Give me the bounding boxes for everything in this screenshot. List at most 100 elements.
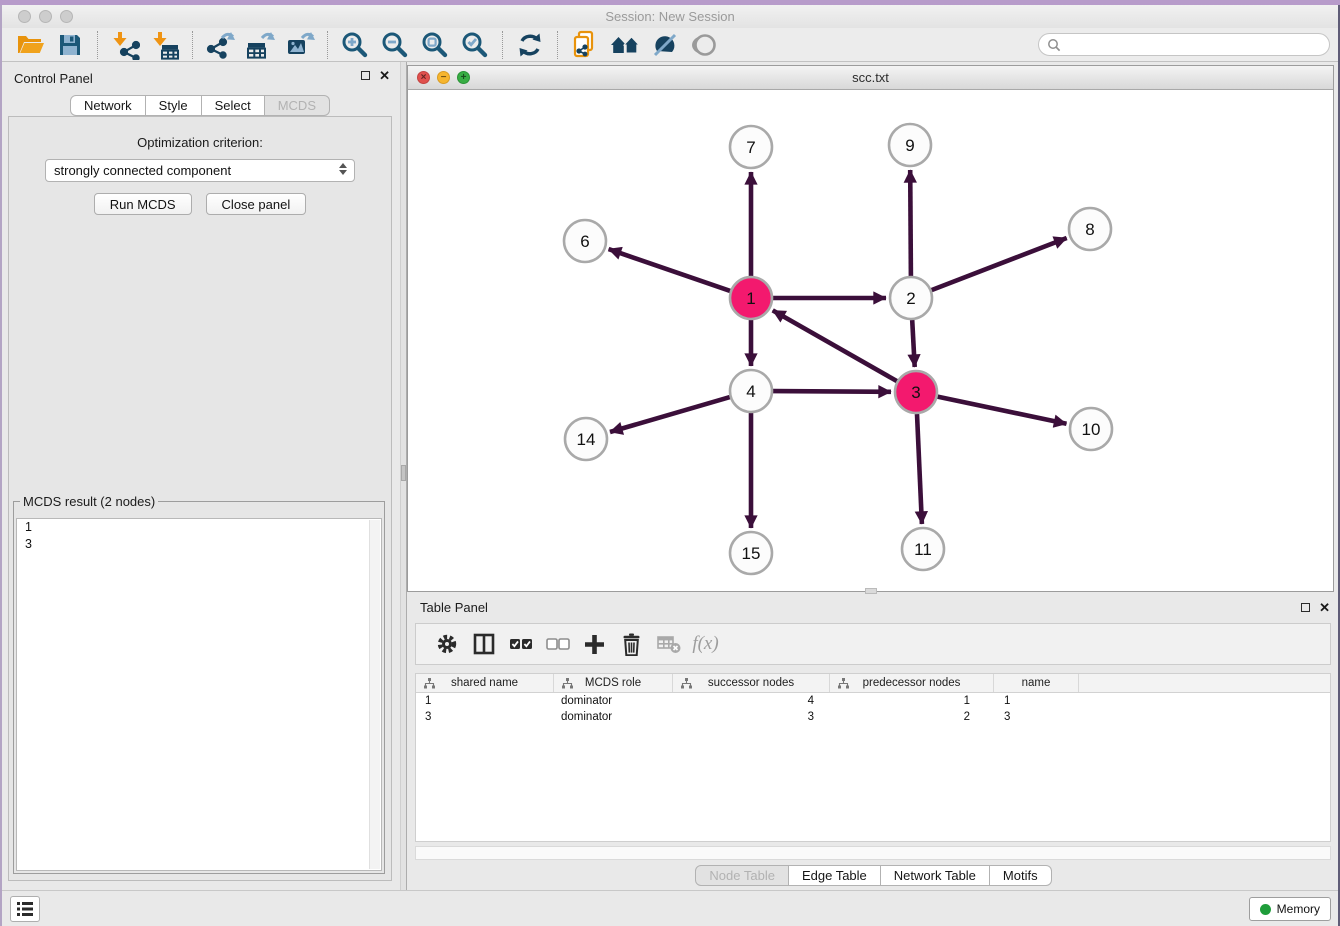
delete-column-button[interactable] bbox=[613, 626, 650, 662]
graph-node-11[interactable]: 11 bbox=[902, 528, 944, 570]
float-panel-icon[interactable] bbox=[361, 71, 370, 80]
zoom-fit-button[interactable] bbox=[415, 29, 455, 61]
graph-node-2[interactable]: 2 bbox=[890, 277, 932, 319]
clone-network-button[interactable] bbox=[565, 29, 605, 61]
graph-edge-2-3[interactable] bbox=[912, 320, 915, 367]
graph-node-10[interactable]: 10 bbox=[1070, 408, 1112, 450]
maximize-view-icon[interactable]: + bbox=[457, 71, 470, 84]
tab-mcds[interactable]: MCDS bbox=[265, 95, 330, 116]
save-session-button[interactable] bbox=[50, 29, 90, 61]
style-preview-button[interactable] bbox=[645, 29, 685, 61]
split-columns-icon bbox=[473, 633, 495, 655]
graph-edge-3-10[interactable] bbox=[938, 397, 1067, 424]
table-cell[interactable]: 1 bbox=[416, 695, 554, 707]
panel-splitter[interactable] bbox=[400, 62, 407, 890]
network-graph[interactable]: 7 9 6 8 1 2 4 3 14 10 15 11 bbox=[408, 90, 1333, 591]
minimize-window-icon[interactable] bbox=[39, 10, 52, 23]
table-horizontal-scrollbar[interactable] bbox=[415, 846, 1331, 860]
task-history-button[interactable] bbox=[10, 896, 40, 922]
tab-motifs[interactable]: Motifs bbox=[990, 865, 1052, 886]
zoom-in-button[interactable] bbox=[335, 29, 375, 61]
add-column-button[interactable] bbox=[576, 626, 613, 662]
graph-node-1[interactable]: 1 bbox=[730, 277, 772, 319]
close-panel-button[interactable]: Close panel bbox=[206, 193, 307, 215]
graph-node-8[interactable]: 8 bbox=[1069, 208, 1111, 250]
close-table-panel-icon[interactable]: ✕ bbox=[1319, 602, 1330, 613]
table-cell[interactable]: 3 bbox=[994, 711, 1079, 723]
table-row[interactable]: 3dominator323 bbox=[416, 709, 1330, 725]
open-file-button[interactable] bbox=[10, 29, 50, 61]
search-input[interactable] bbox=[1066, 38, 1321, 52]
select-all-icon bbox=[509, 638, 533, 650]
tab-network-table[interactable]: Network Table bbox=[881, 865, 990, 886]
save-session-icon bbox=[57, 32, 83, 58]
function-builder-button[interactable]: f(x) bbox=[687, 626, 724, 662]
graph-node-3[interactable]: 3 bbox=[895, 371, 937, 413]
tab-node-table[interactable]: Node Table bbox=[695, 865, 789, 886]
close-view-icon[interactable]: × bbox=[417, 71, 430, 84]
column-header-shared-name[interactable]: shared name bbox=[416, 674, 554, 692]
tab-network[interactable]: Network bbox=[70, 95, 146, 116]
import-table-button[interactable] bbox=[145, 29, 185, 61]
show-details-button[interactable] bbox=[685, 29, 725, 61]
home-view-button[interactable] bbox=[605, 29, 645, 61]
tab-select[interactable]: Select bbox=[202, 95, 265, 116]
zoom-out-button[interactable] bbox=[375, 29, 415, 61]
graph-edge-3-1[interactable] bbox=[773, 310, 897, 381]
graph-node-6[interactable]: 6 bbox=[564, 220, 606, 262]
zoom-window-icon[interactable] bbox=[60, 10, 73, 23]
export-network-button[interactable] bbox=[200, 29, 240, 61]
delete-table-button[interactable] bbox=[650, 626, 687, 662]
table-cell[interactable]: 1 bbox=[994, 695, 1079, 707]
graph-edge-2-8[interactable] bbox=[932, 238, 1067, 290]
result-scrollbar[interactable] bbox=[369, 520, 380, 869]
search-box[interactable] bbox=[1038, 33, 1330, 56]
control-panel-title: Control Panel bbox=[14, 71, 93, 86]
tab-style[interactable]: Style bbox=[146, 95, 202, 116]
deselect-all-icon bbox=[546, 638, 570, 650]
graph-edge-4-14[interactable] bbox=[610, 397, 730, 432]
table-cell[interactable]: 1 bbox=[830, 695, 994, 707]
graph-node-14[interactable]: 14 bbox=[565, 418, 607, 460]
memory-button[interactable]: Memory bbox=[1249, 897, 1331, 921]
select-all-button[interactable] bbox=[502, 626, 539, 662]
criterion-dropdown[interactable]: strongly connected component bbox=[45, 159, 355, 182]
column-header-predecessor-nodes[interactable]: predecessor nodes bbox=[830, 674, 994, 692]
table-cell[interactable]: dominator bbox=[554, 695, 673, 707]
graph-edge-1-6[interactable] bbox=[609, 249, 731, 291]
export-table-button[interactable] bbox=[240, 29, 280, 61]
table-cell[interactable]: 2 bbox=[830, 711, 994, 723]
graph-node-15[interactable]: 15 bbox=[730, 532, 772, 574]
run-mcds-button[interactable]: Run MCDS bbox=[94, 193, 192, 215]
minimize-view-icon[interactable]: − bbox=[437, 71, 450, 84]
tab-edge-table[interactable]: Edge Table bbox=[789, 865, 881, 886]
splitter-handle[interactable] bbox=[401, 465, 406, 481]
float-table-panel-icon[interactable] bbox=[1301, 603, 1310, 612]
network-window-titlebar[interactable]: × − + scc.txt bbox=[408, 66, 1333, 90]
graph-node-4[interactable]: 4 bbox=[730, 370, 772, 412]
split-columns-button[interactable] bbox=[465, 626, 502, 662]
close-window-icon[interactable] bbox=[18, 10, 31, 23]
refresh-layout-button[interactable] bbox=[510, 29, 550, 61]
table-row[interactable]: 1dominator411 bbox=[416, 693, 1330, 709]
network-canvas[interactable]: 7 9 6 8 1 2 4 3 14 10 15 11 bbox=[408, 90, 1333, 591]
column-header-mcds-role[interactable]: MCDS role bbox=[554, 674, 673, 692]
table-cell[interactable]: 4 bbox=[673, 695, 830, 707]
zoom-selected-button[interactable] bbox=[455, 29, 495, 61]
graph-node-9[interactable]: 9 bbox=[889, 124, 931, 166]
graph-edge-2-9[interactable] bbox=[910, 170, 911, 276]
export-image-button[interactable] bbox=[280, 29, 320, 61]
view-resize-handle[interactable] bbox=[865, 588, 877, 594]
column-header-successor-nodes[interactable]: successor nodes bbox=[673, 674, 830, 692]
import-network-button[interactable] bbox=[105, 29, 145, 61]
deselect-all-button[interactable] bbox=[539, 626, 576, 662]
graph-edge-3-11[interactable] bbox=[917, 414, 922, 524]
table-cell[interactable]: 3 bbox=[416, 711, 554, 723]
graph-edge-4-3[interactable] bbox=[773, 391, 891, 392]
graph-node-7[interactable]: 7 bbox=[730, 126, 772, 168]
table-settings-button[interactable] bbox=[428, 626, 465, 662]
table-cell[interactable]: dominator bbox=[554, 711, 673, 723]
table-cell[interactable]: 3 bbox=[673, 711, 830, 723]
close-panel-icon[interactable]: ✕ bbox=[379, 70, 390, 81]
column-header-name[interactable]: name bbox=[994, 674, 1079, 692]
